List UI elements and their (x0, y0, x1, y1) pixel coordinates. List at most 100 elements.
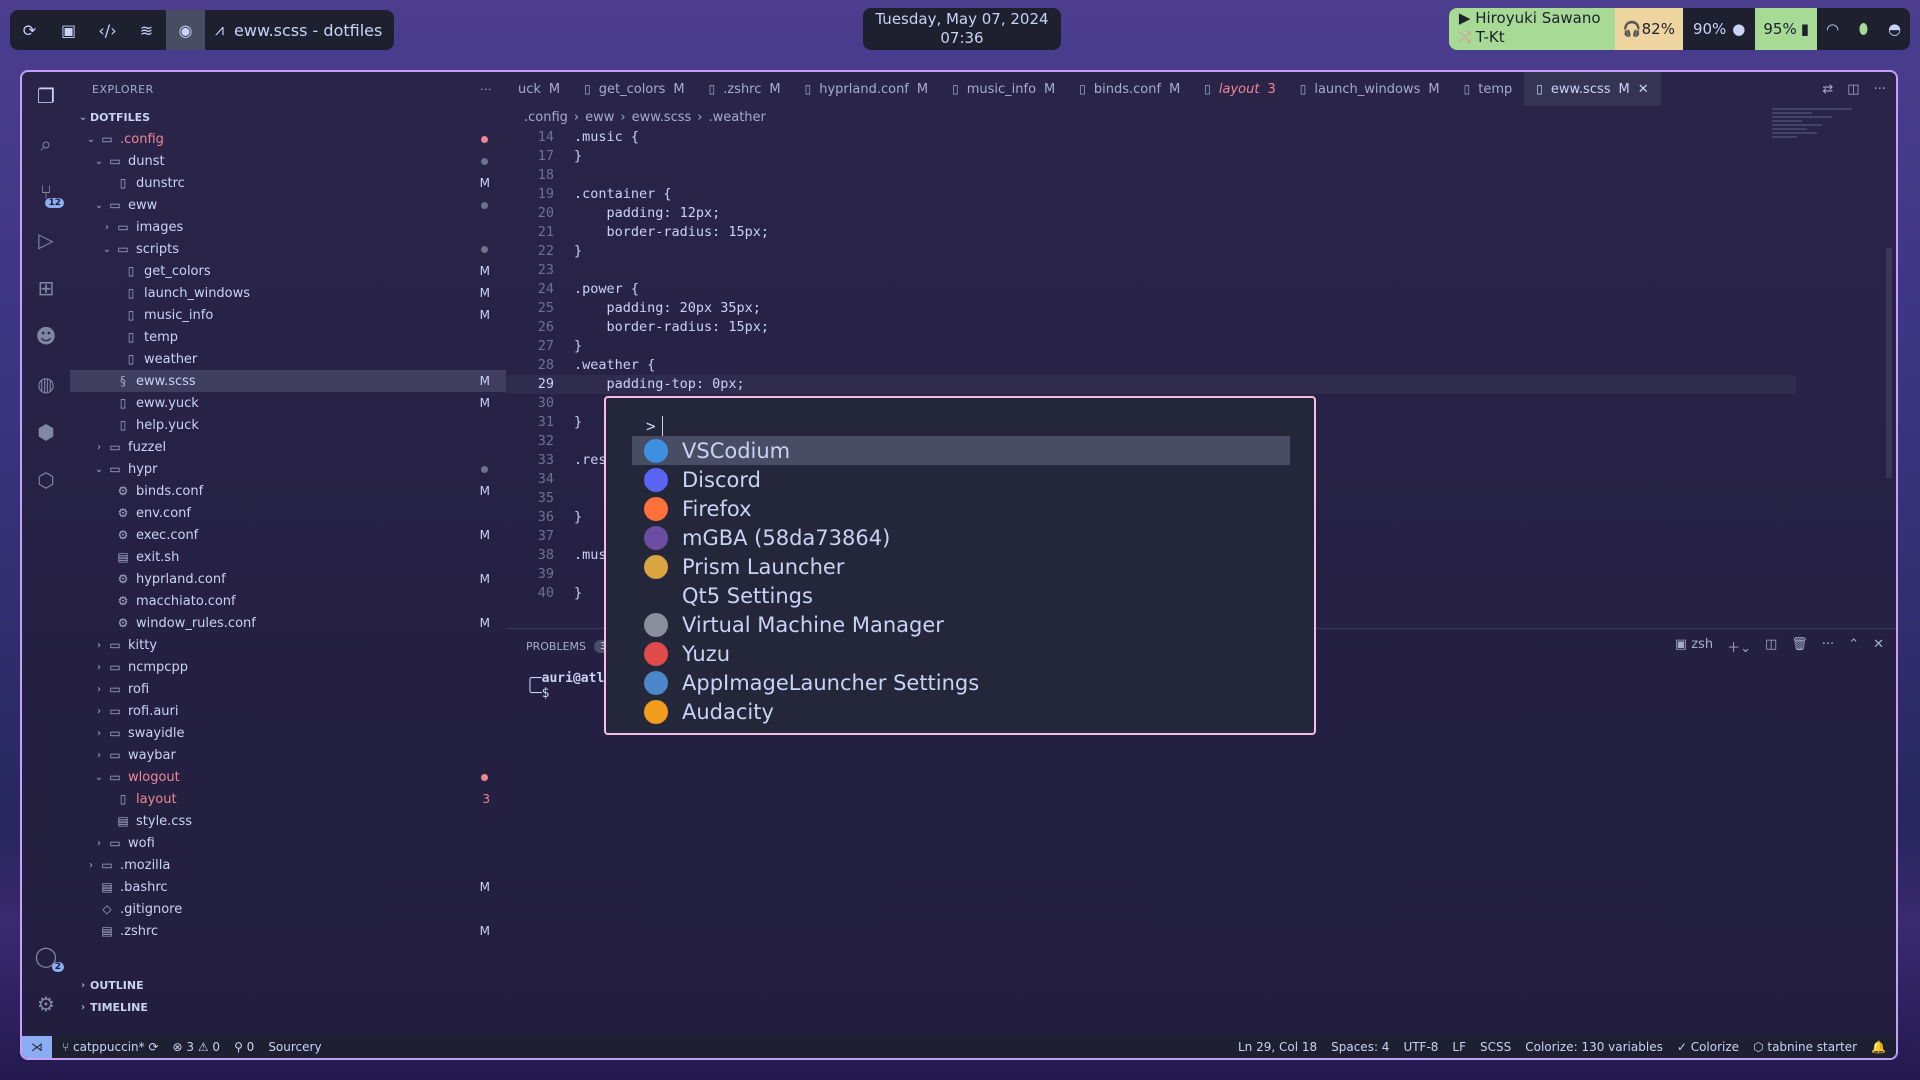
launcher-item-prism[interactable]: Prism Launcher (632, 552, 1290, 581)
clock[interactable]: Tuesday, May 07, 2024 07:36 (863, 8, 1061, 50)
problems-tab[interactable]: PROBLEMS (526, 640, 586, 653)
tab-zshrc[interactable]: ▯ .zshrc M (697, 72, 793, 106)
brightness[interactable]: 90% ● (1683, 8, 1755, 50)
tab-layout[interactable]: ▯ layout 3 (1192, 72, 1287, 106)
file-item[interactable]: ▯ dunstrc M (70, 172, 506, 194)
file-item[interactable]: ▯ launch_windows M (70, 282, 506, 304)
file-item[interactable]: ▯ get_colors M (70, 260, 506, 282)
github-icon[interactable]: ◍ (22, 360, 70, 408)
file-item[interactable]: ▯ eww.yuck M (70, 392, 506, 414)
launcher-item-vscodium[interactable]: VSCodium (632, 436, 1290, 465)
file-item[interactable]: ⚙ window_rules.conf M (70, 612, 506, 634)
colorize-variables[interactable]: Colorize: 130 variables (1525, 1040, 1663, 1054)
editor-scrollbar[interactable] (1886, 248, 1892, 478)
package-icon[interactable]: ⬢ (22, 408, 70, 456)
source-control-icon[interactable]: ⑂ 12 (22, 168, 70, 216)
language-mode[interactable]: SCSS (1480, 1040, 1511, 1054)
copilot-icon[interactable]: ☻ (22, 312, 70, 360)
tab-temp[interactable]: ▯ temp (1452, 72, 1525, 106)
launcher-item-appimagelauncher[interactable]: AppImageLauncher Settings (632, 668, 1290, 697)
folder-item[interactable]: › ▭ ncmpcpp (70, 656, 506, 678)
launcher-item-firefox[interactable]: Firefox (632, 494, 1290, 523)
folder-item[interactable]: › ▭ waybar (70, 744, 506, 766)
spotify-icon[interactable]: ≋ (127, 10, 166, 50)
file-item[interactable]: ⚙ exec.conf M (70, 524, 506, 546)
media-player[interactable]: ▶ Hiroyuki Sawano ⤮ T-Kt (1448, 8, 1615, 50)
workspace-2-icon[interactable]: ▣ (49, 10, 88, 50)
explorer-icon[interactable]: ❐ (22, 72, 70, 120)
file-item[interactable]: ▤ exit.sh (70, 546, 506, 568)
ports-status[interactable]: ⚲ 0 (234, 1040, 254, 1054)
file-item[interactable]: ⚙ env.conf (70, 502, 506, 524)
tab-music-info[interactable]: ▯ music_info M (940, 72, 1067, 106)
encoding[interactable]: UTF-8 (1403, 1040, 1438, 1054)
launcher-item-virtual[interactable]: Virtual Machine Manager (632, 610, 1290, 639)
breadcrumb-item[interactable]: .config (524, 110, 568, 125)
outline-section[interactable]: › OUTLINE (70, 974, 506, 996)
minimap[interactable] (1772, 106, 1882, 226)
folder-item[interactable]: › ▭ .mozilla (70, 854, 506, 876)
folder-item[interactable]: ⌄ ▭ hypr (70, 458, 506, 480)
file-item[interactable]: ▯ help.yuck (70, 414, 506, 436)
workspace-1-icon[interactable]: ⟳ (10, 10, 49, 50)
compare-icon[interactable]: ⇄ (1822, 82, 1833, 97)
account-icon[interactable]: ◯ 2 (22, 932, 70, 980)
folder-item[interactable]: › ▭ kitty (70, 634, 506, 656)
tab-get-colors[interactable]: ▯ get_colors M (572, 72, 696, 106)
problems-status[interactable]: ⊗ 3 ⚠ 0 (173, 1040, 221, 1054)
launcher-item-audacity[interactable]: Audacity (632, 697, 1290, 726)
file-item[interactable]: ▯ weather (70, 348, 506, 370)
file-item[interactable]: ▤ .bashrc M (70, 876, 506, 898)
tab-binds-conf[interactable]: ▯ binds.conf M (1067, 72, 1192, 106)
breadcrumb-item[interactable]: eww (585, 110, 614, 125)
workspace-root[interactable]: ⌄ DOTFILES (70, 106, 506, 128)
launcher-item-qt5[interactable]: Qt5 Settings (632, 581, 1290, 610)
folder-item[interactable]: › ▭ wofi (70, 832, 506, 854)
close-icon[interactable]: ✕ (1873, 637, 1884, 656)
terminal-shell[interactable]: ▣ zsh (1675, 637, 1713, 656)
folder-item[interactable]: ⌄ ▭ .config (70, 128, 506, 150)
maximize-icon[interactable]: ⌃ (1848, 637, 1859, 656)
folder-item[interactable]: › ▭ rofi (70, 678, 506, 700)
discord-workspace-icon[interactable]: ◉ (166, 10, 205, 50)
launcher-item-discord[interactable]: Discord (632, 465, 1290, 494)
launcher-item-mgba[interactable]: mGBA (58da73864) (632, 523, 1290, 552)
file-item[interactable]: ▯ temp (70, 326, 506, 348)
tab-uck[interactable]: uck M (506, 72, 572, 106)
folder-item[interactable]: › ▭ images (70, 216, 506, 238)
branch-status[interactable]: ⑂ catppuccin* ⟳ (62, 1040, 159, 1054)
file-item[interactable]: § eww.scss M (70, 370, 506, 392)
file-item[interactable]: ▯ music_info M (70, 304, 506, 326)
search-icon[interactable]: ⌕ (22, 120, 70, 168)
split-editor-icon[interactable]: ◫ (1847, 82, 1859, 97)
file-item[interactable]: ▯ layout 3 (70, 788, 506, 810)
launcher-item-yuzu[interactable]: Yuzu (632, 639, 1290, 668)
folder-item[interactable]: ⌄ ▭ wlogout (70, 766, 506, 788)
file-item[interactable]: ▤ .zshrc M (70, 920, 506, 942)
breadcrumb-item[interactable]: eww.scss (632, 110, 692, 125)
folder-item[interactable]: ⌄ ▭ scripts (70, 238, 506, 260)
timeline-section[interactable]: › TIMELINE (70, 996, 506, 1018)
file-item[interactable]: ▤ style.css (70, 810, 506, 832)
workspace-code-icon[interactable]: ‹/› (88, 10, 127, 50)
folder-item[interactable]: › ▭ swayidle (70, 722, 506, 744)
file-item[interactable]: ⚙ hyprland.conf M (70, 568, 506, 590)
cursor-position[interactable]: Ln 29, Col 18 (1238, 1040, 1317, 1054)
tab-hyprland-conf[interactable]: ▯ hyprland.conf M (793, 72, 940, 106)
line-ending[interactable]: LF (1452, 1040, 1466, 1054)
breadcrumb-item[interactable]: .weather (708, 110, 765, 125)
settings-gear-icon[interactable]: ⚙ (22, 980, 70, 1028)
more-icon[interactable]: ··· (1822, 637, 1834, 656)
indentation[interactable]: Spaces: 4 (1331, 1040, 1389, 1054)
folder-item[interactable]: ⌄ ▭ dunst (70, 150, 506, 172)
folder-item[interactable]: › ▭ fuzzel (70, 436, 506, 458)
extensions-icon[interactable]: ⊞ (22, 264, 70, 312)
remote-icon[interactable]: ⋊ (22, 1036, 52, 1058)
launcher-input[interactable]: > (646, 416, 663, 438)
trash-icon[interactable]: 🗑 (1791, 637, 1808, 656)
folder-item[interactable]: › ▭ rofi.auri (70, 700, 506, 722)
folder-item[interactable]: ⌄ ▭ eww (70, 194, 506, 216)
discord-tray-icon[interactable]: ◓ (1879, 8, 1910, 50)
sourcery-status[interactable]: Sourcery (268, 1040, 321, 1054)
more-icon[interactable]: ··· (1874, 82, 1886, 97)
